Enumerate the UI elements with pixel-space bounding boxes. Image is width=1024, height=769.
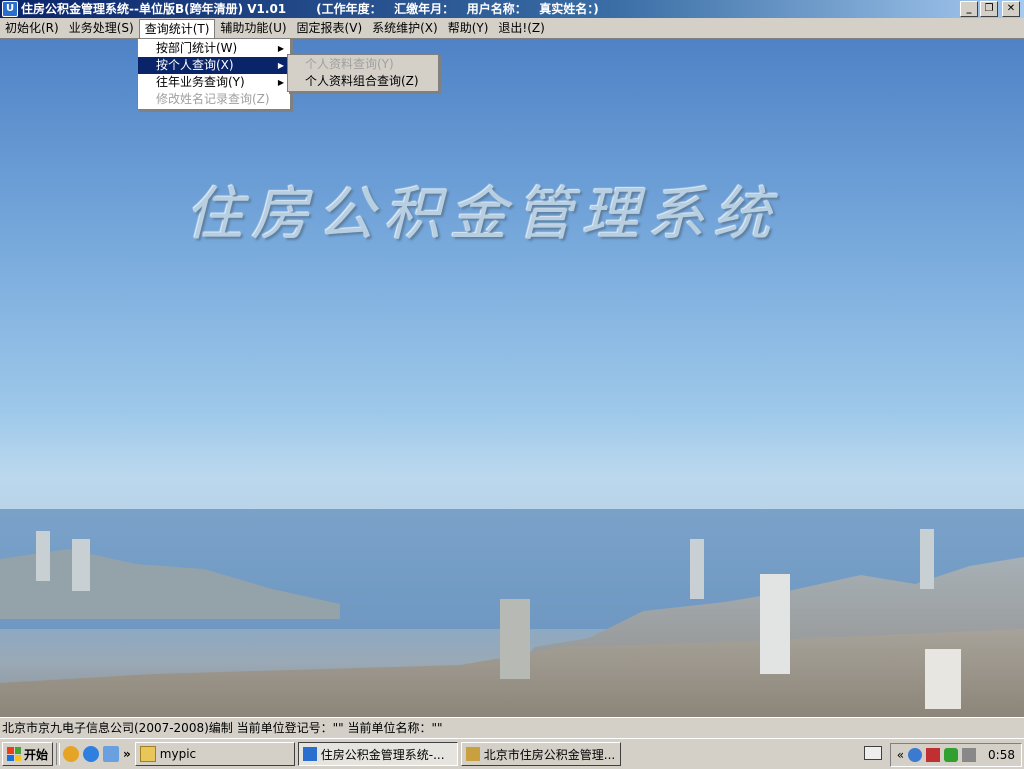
status-bar: 北京市京九电子信息公司(2007-2008)编制 当前单位登记号："" 当前单位… — [0, 717, 1024, 738]
menu-item-label: 按部门统计(W) — [156, 41, 238, 55]
task-label: mypic — [159, 747, 197, 761]
menu-maintenance[interactable]: 系统维护(X) — [367, 19, 443, 37]
start-label: 开始 — [24, 747, 49, 762]
menu-item-past-years[interactable]: 往年业务查询(Y) ▶ — [138, 74, 290, 91]
menu-init[interactable]: 初始化(R) — [0, 19, 64, 37]
background-image: 住房公积金管理系统 — [0, 39, 1024, 717]
submenu-arrow-icon: ▶ — [277, 61, 284, 70]
connection-icon[interactable] — [962, 748, 977, 762]
start-button[interactable]: 开始 — [2, 742, 54, 766]
keyboard-icon[interactable] — [864, 746, 882, 760]
task-housing-fund-system[interactable]: 住房公积金管理系统-... — [297, 742, 458, 766]
menu-item-label: 往年业务查询(Y) — [156, 75, 245, 89]
app-icon: U — [2, 1, 18, 17]
menu-business[interactable]: 业务处理(S) — [64, 19, 139, 37]
submenu-arrow-icon: ▶ — [277, 78, 284, 87]
menu-item-by-department[interactable]: 按部门统计(W) ▶ — [138, 40, 290, 57]
building — [690, 539, 704, 599]
menu-item-name-change-records: 修改姓名记录查询(Z) — [138, 91, 290, 108]
task-label: 住房公积金管理系统-... — [320, 747, 445, 762]
menu-item-label: 按个人查询(X) — [156, 58, 234, 72]
quick-launch — [63, 746, 120, 762]
menu-auxiliary[interactable]: 辅助功能(U) — [215, 19, 291, 37]
taskbar-separator — [56, 743, 61, 765]
menu-item-personal-combined[interactable]: 个人资料组合查询(Z) — [288, 73, 438, 90]
task-label: 北京市住房公积金管理... — [483, 747, 616, 762]
system-logo-text: 住房公积金管理系统 — [185, 180, 780, 248]
menu-item-label: 修改姓名记录查询(Z) — [156, 92, 270, 106]
firefox-icon[interactable] — [63, 746, 80, 762]
close-button[interactable]: ✕ — [1002, 1, 1020, 17]
sky-haze — [0, 429, 1024, 509]
security-icon[interactable] — [926, 748, 941, 762]
window-controls: _ ❐ ✕ — [960, 1, 1020, 17]
task-mypic[interactable]: mypic — [134, 742, 295, 766]
menu-reports[interactable]: 固定报表(V) — [292, 19, 368, 37]
clock: 0:58 — [988, 748, 1015, 762]
building — [920, 529, 934, 589]
folder-icon — [139, 746, 156, 762]
shield-icon[interactable] — [944, 748, 959, 762]
system-tray: « 0:58 — [889, 743, 1022, 767]
submenu-arrow-icon: ▶ — [277, 44, 284, 53]
network-icon[interactable] — [908, 748, 923, 762]
building — [500, 599, 530, 679]
media-icon[interactable] — [103, 746, 120, 762]
building — [72, 539, 90, 591]
app-icon — [302, 747, 317, 761]
quick-launch-chevron[interactable]: » — [123, 747, 131, 761]
windows-flag-icon — [7, 747, 21, 761]
menu-item-by-person[interactable]: 按个人查询(X) ▶ — [138, 57, 290, 74]
query-dropdown: 按部门统计(W) ▶ 按个人查询(X) ▶ 往年业务查询(Y) ▶ 修改姓名记录… — [137, 38, 291, 110]
task-beijing-housing-fund[interactable]: 北京市住房公积金管理... — [460, 742, 621, 766]
ie-icon[interactable] — [83, 746, 100, 762]
tray-chevron[interactable]: « — [897, 748, 904, 762]
app-icon — [465, 747, 480, 761]
personal-query-submenu: 个人资料查询(Y) 个人资料组合查询(Z) — [287, 54, 439, 92]
menu-bar: 初始化(R) 业务处理(S) 查询统计(T) 辅助功能(U) 固定报表(V) 系… — [0, 18, 1024, 39]
window-title: 住房公积金管理系统--单位版B(跨年清册) V1.01 — [21, 2, 287, 16]
title-bar: U 住房公积金管理系统--单位版B(跨年清册) V1.01 (工作年度： 汇缴年… — [0, 0, 1024, 18]
menu-query[interactable]: 查询统计(T) — [138, 18, 216, 39]
building — [760, 574, 790, 674]
window-title-info: (工作年度： 汇缴年月： 用户名称： 真实姓名：) — [316, 2, 599, 16]
menu-help[interactable]: 帮助(Y) — [443, 19, 494, 37]
minimize-button[interactable]: _ — [960, 1, 978, 17]
building — [925, 649, 961, 709]
restore-button[interactable]: ❐ — [980, 1, 998, 17]
menu-item-personal-info: 个人资料查询(Y) — [305, 57, 394, 71]
menu-exit[interactable]: 退出!(Z) — [493, 19, 549, 37]
building — [36, 531, 50, 581]
